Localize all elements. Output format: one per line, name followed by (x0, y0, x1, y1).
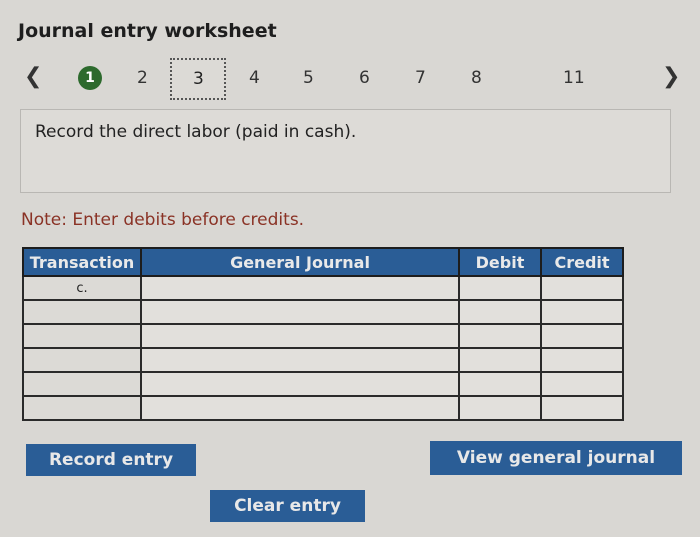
table-row (22, 299, 624, 325)
step-6[interactable]: 6 (359, 68, 370, 88)
account-cell[interactable] (140, 395, 460, 421)
step-5[interactable]: 5 (303, 68, 314, 88)
account-cell[interactable] (140, 371, 460, 397)
table-row (22, 347, 624, 373)
page-title: Journal entry worksheet (18, 20, 277, 42)
table-row (22, 371, 624, 397)
step-navigator: ❮ 1 2 3 4 5 6 7 8 11 ❯ (0, 58, 700, 102)
step-8[interactable]: 8 (471, 68, 482, 88)
header-credit: Credit (540, 247, 624, 277)
note-text: Note: Enter debits before credits. (21, 210, 305, 230)
credit-cell[interactable] (540, 371, 624, 397)
debit-cell[interactable] (458, 275, 542, 301)
instruction-box: Record the direct labor (paid in cash). (20, 109, 671, 193)
account-cell[interactable] (140, 275, 460, 301)
record-entry-button[interactable]: Record entry (26, 444, 196, 476)
step-11[interactable]: 11 (563, 68, 585, 88)
instruction-text: Record the direct labor (paid in cash). (35, 122, 357, 142)
credit-cell[interactable] (540, 395, 624, 421)
step-3-current[interactable]: 3 (170, 58, 226, 100)
debit-cell[interactable] (458, 395, 542, 421)
header-general-journal: General Journal (140, 247, 460, 277)
chevron-right-icon[interactable]: ❯ (662, 64, 680, 89)
table-row (22, 395, 624, 421)
credit-cell[interactable] (540, 347, 624, 373)
header-transaction: Transaction (22, 247, 142, 277)
transaction-cell (22, 371, 142, 397)
account-cell[interactable] (140, 323, 460, 349)
journal-header-row: Transaction General Journal Debit Credit (22, 247, 624, 277)
table-row (22, 323, 624, 349)
credit-cell[interactable] (540, 323, 624, 349)
debit-cell[interactable] (458, 347, 542, 373)
debit-cell[interactable] (458, 323, 542, 349)
journal-table: Transaction General Journal Debit Credit… (22, 247, 624, 421)
transaction-cell (22, 323, 142, 349)
transaction-cell (22, 347, 142, 373)
step-3-label: 3 (193, 69, 204, 89)
clear-entry-button[interactable]: Clear entry (210, 490, 365, 522)
transaction-cell (22, 299, 142, 325)
transaction-cell (22, 395, 142, 421)
header-debit: Debit (458, 247, 542, 277)
step-2[interactable]: 2 (137, 68, 148, 88)
debit-cell[interactable] (458, 299, 542, 325)
credit-cell[interactable] (540, 299, 624, 325)
step-4[interactable]: 4 (249, 68, 260, 88)
view-general-journal-button[interactable]: View general journal (430, 441, 682, 475)
credit-cell[interactable] (540, 275, 624, 301)
step-7[interactable]: 7 (415, 68, 426, 88)
step-1-completed-badge[interactable]: 1 (78, 66, 102, 90)
account-cell[interactable] (140, 299, 460, 325)
account-cell[interactable] (140, 347, 460, 373)
transaction-cell: c. (22, 275, 142, 301)
chevron-left-icon[interactable]: ❮ (24, 64, 42, 89)
table-row: c. (22, 275, 624, 301)
debit-cell[interactable] (458, 371, 542, 397)
